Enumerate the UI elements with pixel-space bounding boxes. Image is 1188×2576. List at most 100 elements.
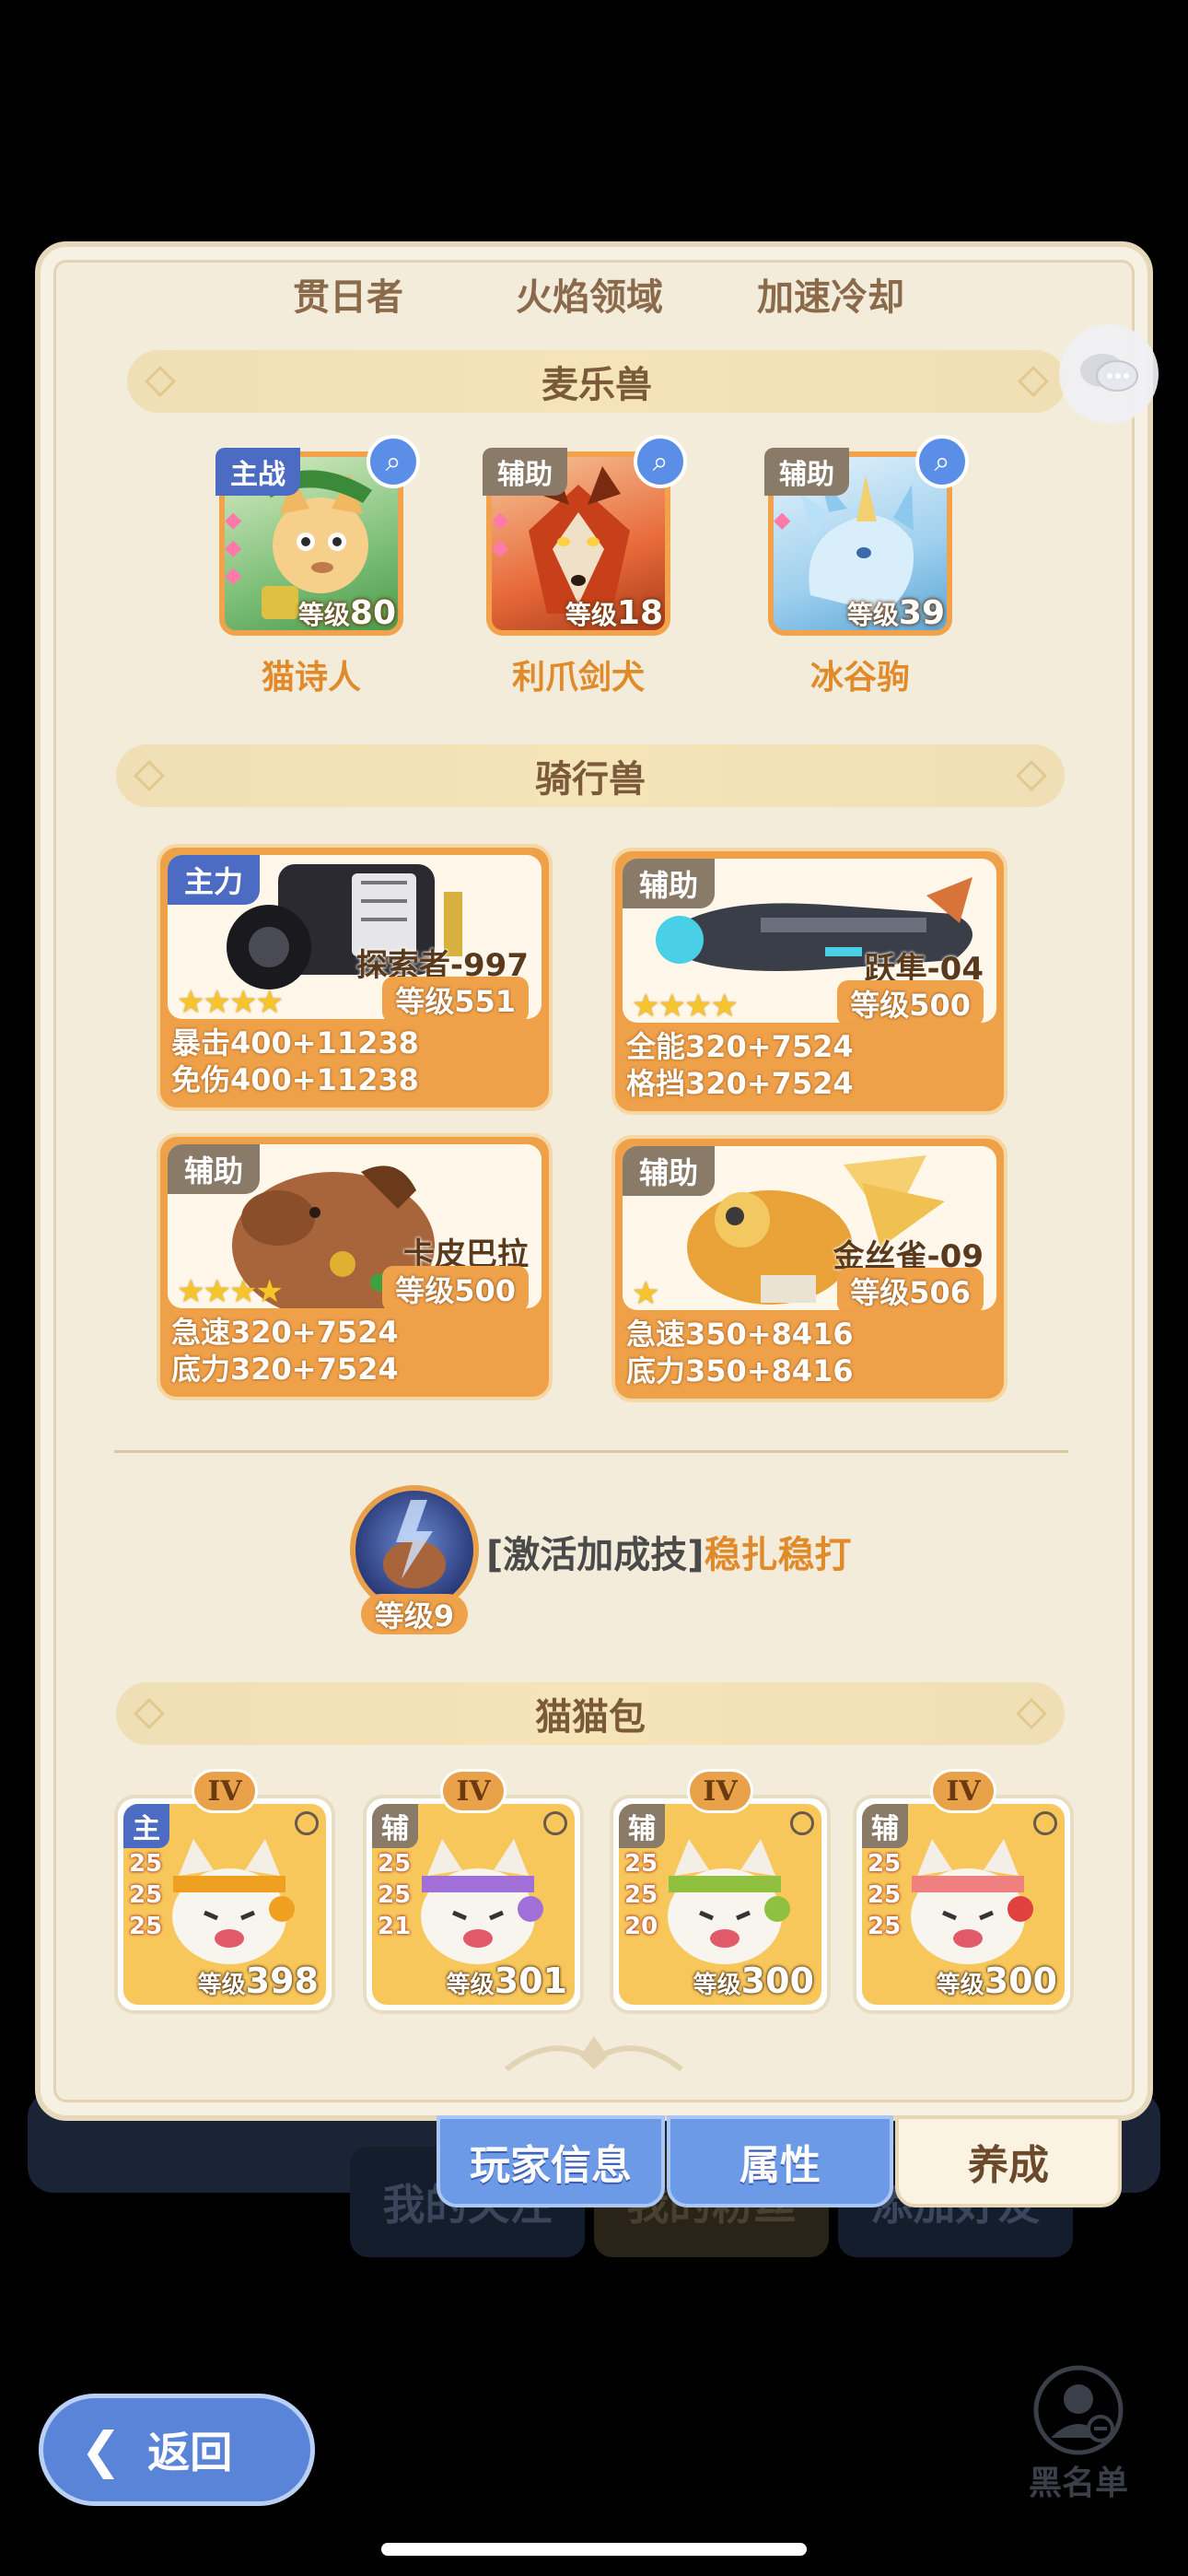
bag-role-badge: 辅 [862, 1804, 908, 1848]
section-header-mounts: 骑行兽 [116, 744, 1065, 807]
mount-star-rating: ★★★★ [632, 988, 739, 1023]
bag-role-badge: 主 [123, 1804, 169, 1848]
blacklist-button[interactable]: 黑名单 [1019, 2364, 1138, 2521]
diamond-ornament-icon [1018, 366, 1049, 397]
chat-bubble-button[interactable] [1059, 324, 1159, 424]
skill-prefix: [激活加成技] [486, 1534, 705, 1576]
back-button[interactable]: ❮ 返回 [39, 2394, 315, 2506]
mount-level: 等级500 [837, 980, 984, 1023]
pet-rank-marks: ◆ [774, 507, 791, 533]
mount-card-4[interactable]: 辅助 金丝雀-09 等级506 ★ 急速350+8416 底力350+8416 [611, 1135, 1007, 1402]
pet-role-badge: 辅助 [483, 448, 567, 496]
pet-card-1[interactable]: 主战 ⌕ ◆ ◆ ◆ 等级80 [215, 435, 420, 636]
tab-player-info[interactable]: 玩家信息 [437, 2115, 665, 2207]
top-skill-1: 贯日者 [293, 276, 403, 319]
skill-name: 稳扎稳打 [704, 1534, 852, 1576]
mount-stat-line: 底力350+8416 [626, 1353, 854, 1388]
bag-level: 等级398 [197, 1961, 319, 2001]
cat-bag-card-3[interactable]: IV 辅 25 25 20 等级300 [610, 1769, 831, 2014]
skill-level-badge: 等级9 [361, 1594, 468, 1634]
mount-stat-line: 免伤400+11238 [171, 1062, 419, 1097]
cat-bag-card-2[interactable]: IV 辅 25 25 21 等级301 [363, 1769, 584, 2014]
top-skill-3: 加速冷却 [757, 276, 904, 319]
section-divider [114, 1450, 1068, 1453]
mount-stats: 暴击400+11238 免伤400+11238 [171, 1025, 419, 1098]
mount-role-badge: 主力 [168, 855, 261, 905]
diamond-ornament-icon [1016, 1698, 1047, 1729]
diamond-ornament-icon [1016, 760, 1047, 791]
mount-stat-line: 底力320+7524 [171, 1352, 399, 1387]
lock-icon [543, 1811, 567, 1835]
bag-level: 等级301 [446, 1961, 567, 2001]
tab-development[interactable]: 养成 [895, 2115, 1122, 2207]
mount-stats: 全能320+7524 格挡320+7524 [626, 1028, 854, 1102]
pet-name-2: 利爪剑犬 [511, 659, 645, 697]
pet-level: 等级39 [846, 594, 945, 632]
mount-role-badge: 辅助 [168, 1144, 261, 1194]
blacklist-icon [1033, 2365, 1124, 2455]
pet-level: 等级18 [565, 594, 663, 632]
cat-bag-image [421, 1839, 543, 1964]
diamond-ornament-icon [134, 1698, 165, 1729]
section-header-pets: 麦乐兽 [127, 350, 1066, 413]
mount-level: 等级506 [837, 1268, 984, 1310]
mount-stat-line: 全能320+7524 [626, 1029, 854, 1064]
cat-bag-image [172, 1839, 295, 1964]
mount-stats: 急速350+8416 底力350+8416 [626, 1316, 854, 1389]
mount-card-1[interactable]: 主力 探索者-997 等级551 ★★★★ 暴击400+11238 免伤400+… [157, 844, 553, 1111]
tab-attributes[interactable]: 属性 [667, 2115, 893, 2207]
mount-stat-line: 急速320+7524 [171, 1315, 399, 1350]
mount-role-badge: 辅助 [623, 1146, 716, 1196]
pet-role-badge: 主战 [215, 448, 300, 496]
capybara-lightning-icon [383, 1500, 446, 1588]
top-skill-2: 火焰领域 [516, 276, 663, 319]
pet-card-2[interactable]: 辅助 ⌕ ◆ ◆ 等级18 [483, 435, 687, 636]
activated-skill-label: [激活加成技]稳扎稳打 [486, 1525, 852, 1578]
bag-stat-numbers: 25 25 20 [624, 1850, 658, 1940]
pet-rank-marks: ◆ ◆ ◆ [225, 507, 242, 588]
home-indicator[interactable] [381, 2543, 807, 2556]
panel-ornament-icon [505, 2036, 683, 2072]
pet-name-3: 冰谷驹 [809, 659, 910, 697]
blacklist-label: 黑名单 [1028, 2465, 1128, 2502]
mount-level: 等级500 [382, 1266, 529, 1308]
bag-role-badge: 辅 [372, 1804, 418, 1848]
bag-tier-badge: IV [440, 1769, 507, 1813]
lock-icon [295, 1811, 319, 1835]
search-icon[interactable]: ⌕ [367, 435, 420, 488]
lock-icon [1033, 1811, 1057, 1835]
mount-role-badge: 辅助 [623, 859, 716, 908]
diamond-ornament-icon [145, 366, 176, 397]
pet-card-3[interactable]: 辅助 ⌕ ◆ 等级39 [764, 435, 969, 636]
pet-rank-marks: ◆ ◆ [492, 507, 509, 560]
top-skill-row: 贯日者 火焰领域 加速冷却 [0, 267, 1188, 332]
pet-level: 等级80 [297, 594, 396, 632]
mount-card-2[interactable]: 辅助 跃隼-04 等级500 ★★★★ 全能320+7524 格挡320+752… [611, 848, 1007, 1115]
bag-role-badge: 辅 [619, 1804, 665, 1848]
bag-stat-numbers: 25 25 25 [868, 1850, 902, 1940]
pet-role-badge: 辅助 [764, 448, 849, 496]
bag-level: 等级300 [936, 1961, 1057, 2001]
section-title: 猫猫包 [535, 1696, 646, 1739]
bag-stat-numbers: 25 25 25 [129, 1850, 163, 1940]
cat-bag-card-1[interactable]: IV 主 25 25 25 等级398 [114, 1769, 335, 2014]
diamond-ornament-icon [134, 760, 165, 791]
bag-tier-badge: IV [192, 1769, 258, 1813]
bag-tier-badge: IV [930, 1769, 996, 1813]
search-icon[interactable]: ⌕ [634, 435, 687, 488]
mount-stat-line: 暴击400+11238 [171, 1025, 419, 1060]
cat-bag-image [668, 1839, 790, 1964]
cat-bag-card-4[interactable]: IV 辅 25 25 25 等级300 [853, 1769, 1074, 2014]
back-label: 返回 [147, 2428, 233, 2477]
mount-card-3[interactable]: 辅助 卡皮巴拉 等级500 ★★★★ 急速320+7524 底力320+7524 [157, 1133, 553, 1400]
section-title: 骑行兽 [535, 758, 646, 801]
section-title: 麦乐兽 [542, 364, 652, 406]
cat-bag-image [911, 1839, 1033, 1964]
mount-stat-line: 格挡320+7524 [626, 1066, 854, 1101]
back-arrow-icon: ❮ [80, 2420, 122, 2479]
pet-name-1: 猫诗人 [261, 659, 361, 697]
search-icon[interactable]: ⌕ [915, 435, 969, 488]
bag-stat-numbers: 25 25 21 [378, 1850, 412, 1940]
mount-star-rating: ★★★★ [177, 1273, 284, 1308]
section-header-bags: 猫猫包 [116, 1682, 1065, 1745]
